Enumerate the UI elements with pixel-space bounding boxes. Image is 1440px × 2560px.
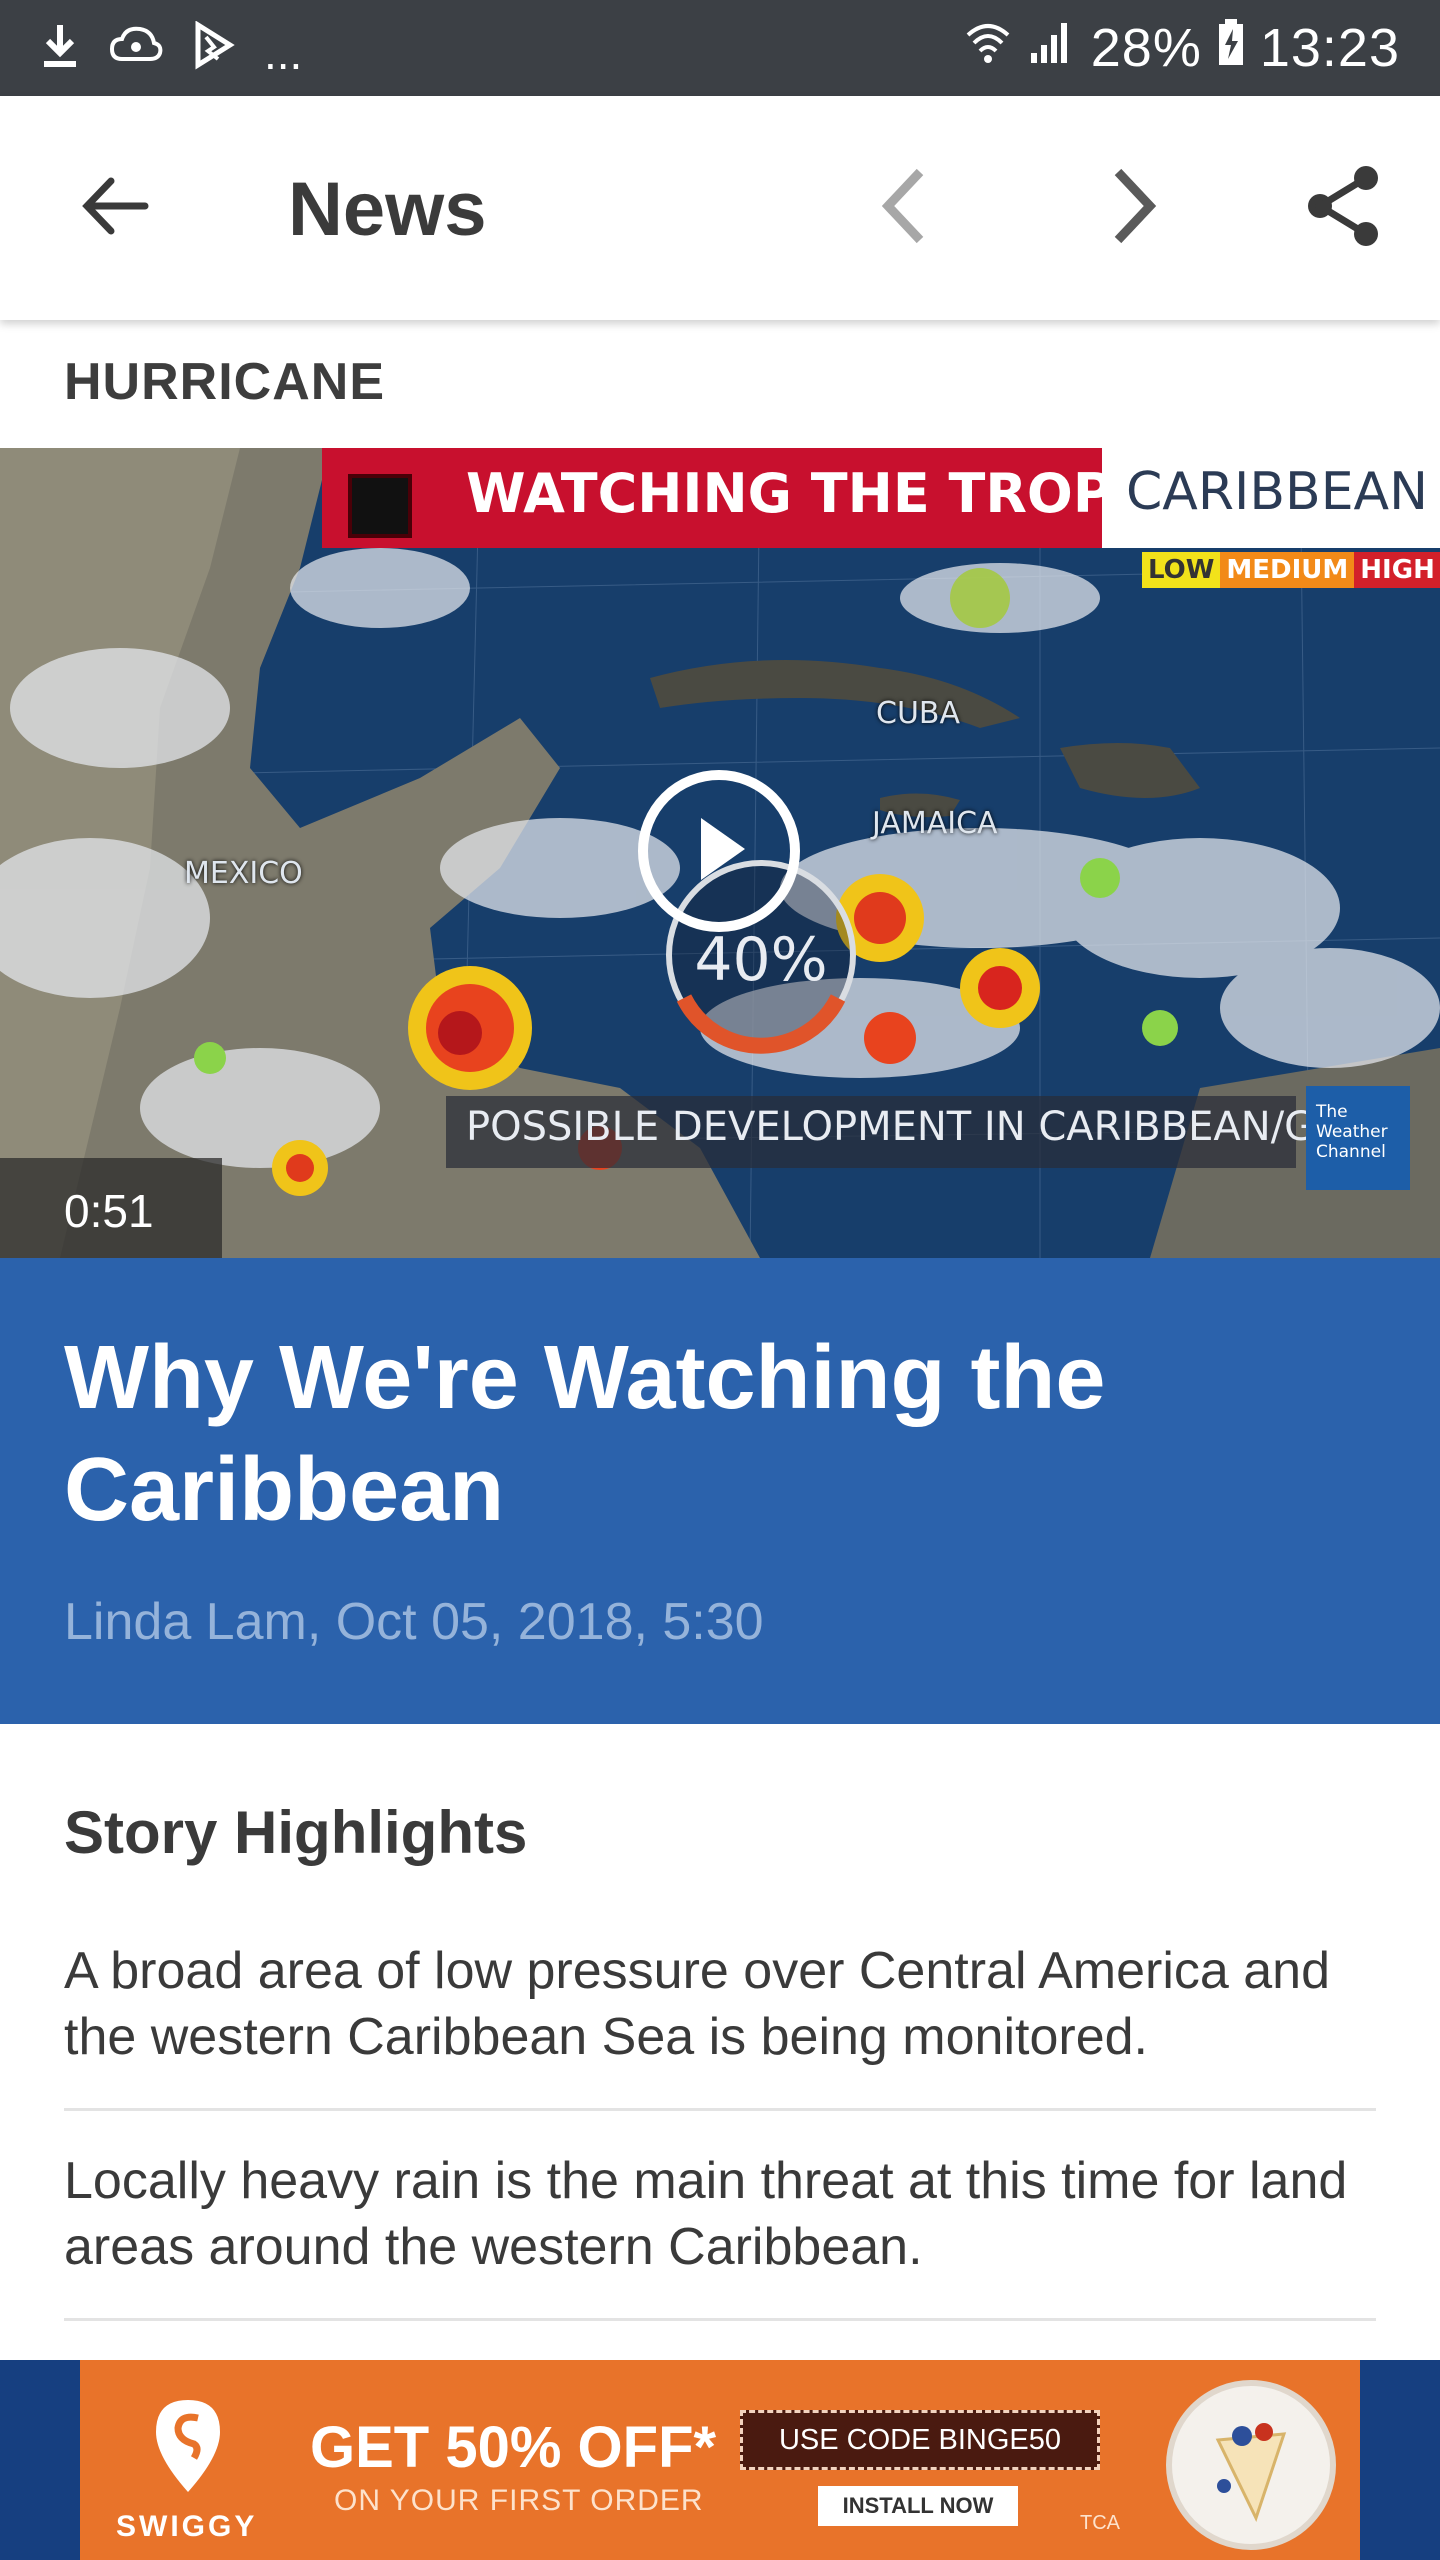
- battery-charging-icon: [1216, 17, 1246, 80]
- ad-offer: GET 50% OFF*: [310, 2415, 717, 2480]
- chevron-left-icon: [876, 166, 936, 251]
- status-bar: ... 28% 13:23: [0, 0, 1440, 96]
- chevron-right-icon: [1102, 166, 1162, 251]
- next-article-button[interactable]: [1082, 158, 1182, 258]
- map-label-cuba: CUBA: [876, 696, 961, 731]
- map-label-mexico: MEXICO: [184, 856, 303, 891]
- ad-promo-code: USE CODE BINGE50: [740, 2410, 1100, 2470]
- share-button[interactable]: [1294, 158, 1394, 258]
- map-label-jamaica: JAMAICA: [872, 806, 998, 841]
- share-icon: [1304, 164, 1384, 253]
- swiggy-logo-icon: [150, 2396, 226, 2496]
- play-button[interactable]: [638, 770, 800, 932]
- ad-subtext: ON YOUR FIRST ORDER: [334, 2484, 704, 2517]
- highlight-item: Locally heavy rain is the main threat at…: [64, 2152, 1348, 2276]
- status-overflow: ...: [264, 27, 303, 79]
- cloud-sync-icon: [108, 21, 164, 76]
- page-title: News: [288, 167, 487, 252]
- video-banner-title: WATCHING THE TROPICS: [466, 462, 1213, 525]
- legend-medium: MEDIUM: [1220, 552, 1355, 588]
- video-banner-region: CARIBBEAN: [1126, 462, 1429, 522]
- battery-percent: 28%: [1090, 18, 1202, 78]
- weather-channel-logo: The Weather Channel: [1306, 1086, 1410, 1190]
- download-icon: [40, 21, 80, 76]
- back-arrow-icon: [79, 171, 149, 246]
- ad-install-button[interactable]: INSTALL NOW: [818, 2486, 1018, 2526]
- ad-tca: TCA: [1080, 2512, 1120, 2534]
- article-headline: Why We're Watching the Caribbean: [64, 1328, 1106, 1540]
- article-category: HURRICANE: [64, 353, 385, 411]
- ad-brand: SWIGGY: [116, 2510, 258, 2543]
- signal-icon: [1027, 17, 1077, 80]
- back-button[interactable]: [64, 158, 164, 258]
- divider: [64, 2108, 1376, 2111]
- bolt-flag-icon: [192, 19, 236, 76]
- gauge-value: 40%: [694, 925, 827, 995]
- risk-legend: LOW MEDIUM HIGH: [1142, 552, 1440, 588]
- divider: [64, 2318, 1376, 2321]
- legend-high: HIGH: [1354, 552, 1440, 588]
- highlight-item: A broad area of low pressure over Centra…: [64, 1942, 1331, 2066]
- status-time: 13:23: [1259, 18, 1400, 78]
- ad-dessert-image: [1166, 2380, 1336, 2550]
- wifi-icon: [963, 17, 1013, 80]
- play-icon: [689, 814, 749, 889]
- app-bar: News: [0, 96, 1440, 320]
- legend-low: LOW: [1142, 552, 1221, 588]
- video-duration: 0:51: [64, 1185, 154, 1237]
- video-caption: POSSIBLE DEVELOPMENT IN CARIBBEAN/GULF: [466, 1104, 1390, 1150]
- article-byline: Linda Lam, Oct 05, 2018, 5:30: [64, 1593, 764, 1651]
- previous-article-button[interactable]: [856, 158, 956, 258]
- video-player[interactable]: WATCHING THE TROPICS CARIBBEAN LOW MEDIU…: [0, 448, 1440, 1258]
- story-highlights-title: Story Highlights: [64, 1799, 528, 1866]
- banner-square: [348, 474, 412, 538]
